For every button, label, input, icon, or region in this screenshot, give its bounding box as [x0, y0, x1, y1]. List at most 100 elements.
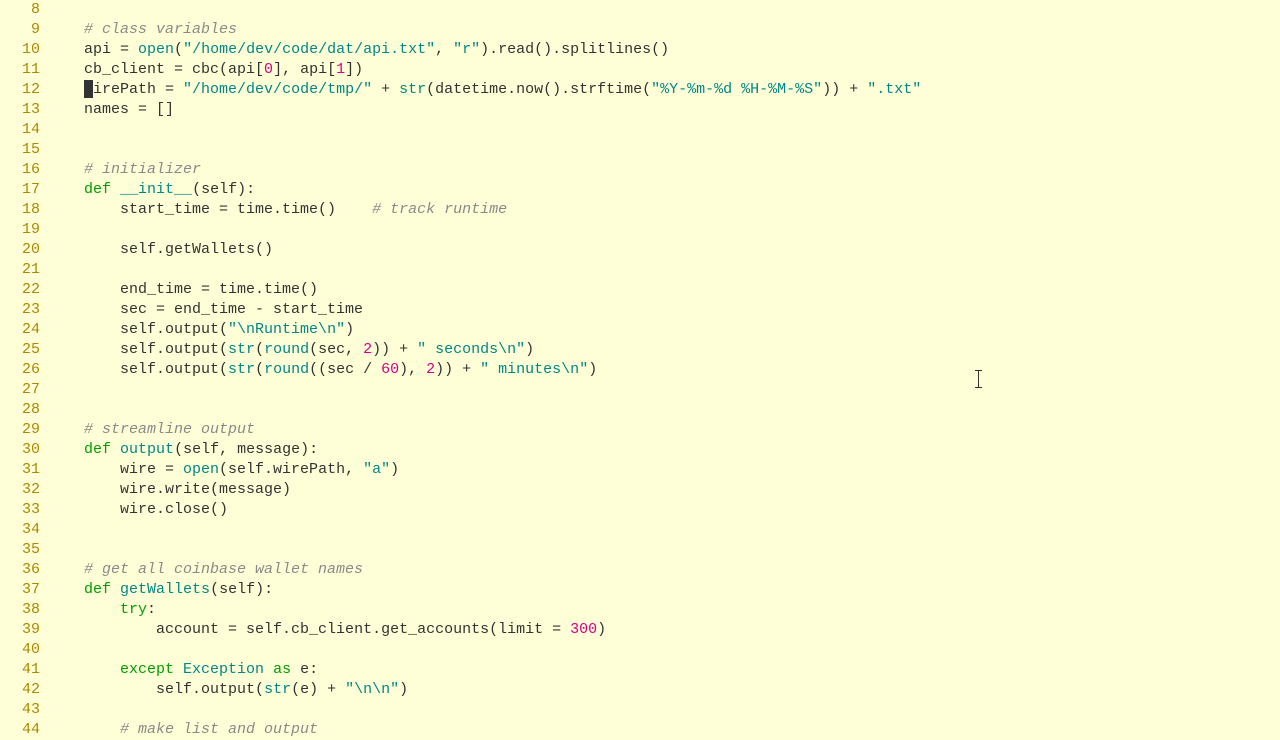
code-token: ).read().splitlines()	[480, 41, 669, 58]
code-token: )) +	[822, 81, 867, 98]
code-token: (	[174, 41, 183, 58]
code-line[interactable]: self.getWallets()	[48, 240, 1280, 260]
line-number: 28	[0, 400, 40, 420]
code-token: )	[390, 461, 399, 478]
line-number: 15	[0, 140, 40, 160]
code-area[interactable]: # class variables api = open("/home/dev/…	[48, 0, 1280, 720]
line-number: 8	[0, 0, 40, 20]
code-token: wire.write(message)	[120, 481, 291, 498]
code-token: (self, message):	[174, 441, 318, 458]
code-line[interactable]: end_time = time.time()	[48, 280, 1280, 300]
code-token: "\nRuntime\n"	[228, 321, 345, 338]
code-line[interactable]	[48, 380, 1280, 400]
line-number: 31	[0, 460, 40, 480]
code-token: # track runtime	[372, 201, 507, 218]
code-token: 300	[570, 621, 597, 638]
code-token: )	[525, 341, 534, 358]
code-token: (self.wirePath,	[219, 461, 363, 478]
code-token: # initializer	[84, 161, 201, 178]
line-number: 35	[0, 540, 40, 560]
code-token: open	[138, 41, 174, 58]
line-number: 41	[0, 660, 40, 680]
line-number: 19	[0, 220, 40, 240]
code-line[interactable]	[48, 140, 1280, 160]
code-token: self.output(	[120, 361, 228, 378]
line-number: 16	[0, 160, 40, 180]
code-line[interactable]: def output(self, message):	[48, 440, 1280, 460]
code-editor[interactable]: 8910111213141516171819202122232425262728…	[0, 0, 1280, 720]
code-token: 2	[363, 341, 372, 358]
code-token: 1	[336, 61, 345, 78]
code-token: )	[345, 321, 354, 338]
code-line[interactable]: cb_client = cbc(api[0], api[1])	[48, 60, 1280, 80]
code-line[interactable]	[48, 640, 1280, 660]
code-token: def	[84, 441, 111, 458]
line-number: 27	[0, 380, 40, 400]
code-line[interactable]: self.output(str(e) + "\n\n")	[48, 680, 1280, 700]
line-number: 39	[0, 620, 40, 640]
code-token: cb_client = cbc(api[	[84, 61, 264, 78]
code-token: sec = end_time - start_time	[120, 301, 363, 318]
code-line[interactable]	[48, 400, 1280, 420]
code-line[interactable]: # get all coinbase wallet names	[48, 560, 1280, 580]
line-number: 42	[0, 680, 40, 700]
code-line[interactable]	[48, 120, 1280, 140]
code-token	[111, 441, 120, 458]
code-token: wire.close()	[120, 501, 228, 518]
code-line[interactable]: def __init__(self):	[48, 180, 1280, 200]
code-token: e:	[291, 661, 318, 678]
code-token: :	[147, 601, 156, 618]
code-line[interactable]	[48, 260, 1280, 280]
line-number: 20	[0, 240, 40, 260]
code-line[interactable]: wire.close()	[48, 500, 1280, 520]
line-number: 17	[0, 180, 40, 200]
code-line[interactable]: account = self.cb_client.get_accounts(li…	[48, 620, 1280, 640]
code-line[interactable]: api = open("/home/dev/code/dat/api.txt",…	[48, 40, 1280, 60]
code-line[interactable]: # make list and output	[48, 720, 1280, 740]
line-number: 43	[0, 700, 40, 720]
line-number: 26	[0, 360, 40, 380]
line-number: 21	[0, 260, 40, 280]
code-line[interactable]: self.output(str(round(sec, 2)) + " secon…	[48, 340, 1280, 360]
code-token: as	[273, 661, 291, 678]
code-line[interactable]: self.output("\nRuntime\n")	[48, 320, 1280, 340]
line-number: 36	[0, 560, 40, 580]
code-token	[111, 581, 120, 598]
code-token: "/home/dev/code/dat/api.txt"	[183, 41, 435, 58]
code-token: str	[399, 81, 426, 98]
code-token: " minutes\n"	[480, 361, 588, 378]
code-line[interactable]: wire = open(self.wirePath, "a")	[48, 460, 1280, 480]
line-number: 14	[0, 120, 40, 140]
code-token: __init__	[120, 181, 192, 198]
code-token: 60	[381, 361, 399, 378]
code-line[interactable]: # class variables	[48, 20, 1280, 40]
code-token: str	[228, 341, 255, 358]
code-line[interactable]: sec = end_time - start_time	[48, 300, 1280, 320]
code-token: # make list and output	[120, 721, 318, 738]
code-line[interactable]	[48, 0, 1280, 20]
code-token: # get all coinbase wallet names	[84, 561, 363, 578]
code-token: )) +	[435, 361, 480, 378]
code-line[interactable]: wire.write(message)	[48, 480, 1280, 500]
code-token: (	[255, 341, 264, 358]
code-token: # class variables	[84, 21, 237, 38]
code-line[interactable]: names = []	[48, 100, 1280, 120]
code-token: )	[588, 361, 597, 378]
code-token: self.output(	[120, 321, 228, 338]
code-line[interactable]	[48, 220, 1280, 240]
code-line[interactable]: self.output(str(round((sec / 60), 2)) + …	[48, 360, 1280, 380]
code-line[interactable]: except Exception as e:	[48, 660, 1280, 680]
scrollbar[interactable]	[1272, 0, 1280, 720]
code-line[interactable]: try:	[48, 600, 1280, 620]
code-line[interactable]: def getWallets(self):	[48, 580, 1280, 600]
code-line[interactable]	[48, 520, 1280, 540]
line-number: 12	[0, 80, 40, 100]
code-line[interactable]	[48, 540, 1280, 560]
code-token: api =	[84, 41, 138, 58]
code-line[interactable]: start_time = time.time() # track runtime	[48, 200, 1280, 220]
code-line[interactable]: wirePath = "/home/dev/code/tmp/" + str(d…	[48, 80, 1280, 100]
code-line[interactable]: # streamline output	[48, 420, 1280, 440]
code-token: wirePath =	[84, 81, 183, 98]
code-line[interactable]: # initializer	[48, 160, 1280, 180]
code-line[interactable]	[48, 700, 1280, 720]
